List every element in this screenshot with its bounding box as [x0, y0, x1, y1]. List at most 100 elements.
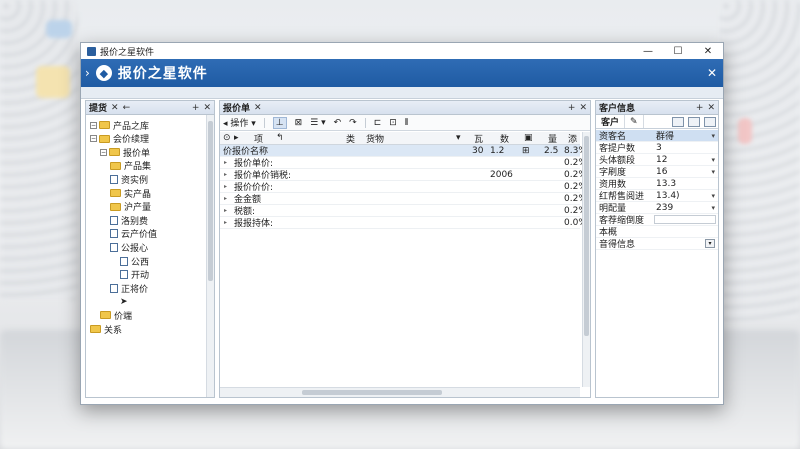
pane-close-icon[interactable]: ✕: [203, 103, 211, 113]
property-row[interactable]: 音得信息 ▾: [596, 238, 718, 250]
scrollbar-thumb[interactable]: [584, 136, 589, 336]
folder-icon: [110, 161, 121, 170]
tree-item[interactable]: 关系: [90, 323, 122, 336]
chevron-down-icon[interactable]: ▾: [711, 204, 715, 212]
tree-item[interactable]: 公报心: [110, 241, 148, 254]
table-cell-name: 报报持体:: [234, 219, 274, 229]
grid-header-row: ⊙ ▸ 项 ↰ 类货物 ▾ 瓦 数 ▣ 量添: [220, 132, 580, 145]
tree-item[interactable]: 实产晶: [110, 187, 151, 200]
navigator-tree: − 产品之库 − 会价续理 − 报价单 产品集 资实例 实产晶 沪产量 洛别费云产价值 公报心 公西 开动…: [86, 115, 214, 336]
tree-item[interactable]: 公西: [120, 255, 149, 268]
folder-icon: [100, 311, 111, 320]
tree-item[interactable]: 产品集: [110, 160, 151, 172]
table-row[interactable]: 价报价名称 30 1.2 ⊞ 2.5 8.3%: [220, 145, 587, 157]
tree-item[interactable]: 资实例: [110, 173, 148, 186]
row-expander-icon[interactable]: ▸: [224, 183, 227, 190]
toolbar-button[interactable]: ⫴: [405, 118, 409, 128]
column-header[interactable]: ↰: [276, 133, 284, 143]
view-grid-icon[interactable]: [672, 116, 684, 127]
minimize-button[interactable]: —: [633, 43, 663, 59]
add-icon[interactable]: +: [696, 103, 704, 113]
settings-icon[interactable]: [704, 116, 716, 127]
row-expander-icon[interactable]: ▸: [224, 219, 227, 226]
column-header[interactable]: 项: [254, 132, 263, 145]
back-arrow-icon[interactable]: ←: [123, 103, 131, 113]
row-expander-icon[interactable]: ▸: [224, 171, 227, 178]
column-header[interactable]: 数: [500, 132, 509, 145]
folder-icon: [109, 148, 120, 157]
property-value[interactable]: 12: [656, 155, 667, 165]
pane-pin-icon[interactable]: ✕: [254, 103, 262, 113]
toolbar-button[interactable]: ↶: [334, 118, 342, 128]
property-value[interactable]: 13.4): [656, 191, 680, 201]
tree-expander-icon[interactable]: −: [90, 135, 97, 143]
add-icon[interactable]: +: [192, 103, 200, 113]
tree-item[interactable]: 价端: [100, 309, 132, 322]
property-value[interactable]: 239: [656, 203, 673, 213]
property-value[interactable]: 16: [656, 167, 667, 177]
row-expander-icon[interactable]: ▸: [224, 207, 227, 214]
column-header[interactable]: 类: [346, 132, 355, 145]
scrollbar-thumb[interactable]: [302, 390, 442, 395]
tab-customer[interactable]: 客户: [596, 115, 626, 128]
pane-close-icon[interactable]: ✕: [707, 103, 715, 113]
tree-item[interactable]: − 报价单: [100, 146, 150, 159]
tree-expander-icon[interactable]: −: [100, 148, 107, 156]
scrollbar-thumb[interactable]: [208, 121, 213, 281]
column-header[interactable]: 添: [568, 132, 577, 145]
toolbar-button[interactable]: ☰ ▾: [310, 118, 325, 128]
chevron-down-icon[interactable]: ▾: [711, 192, 715, 200]
pane-close-icon[interactable]: ✕: [579, 103, 587, 113]
column-header[interactable]: 瓦: [474, 132, 483, 145]
tree-item[interactable]: ➤: [120, 296, 128, 308]
table-row[interactable]: 税额: 0.2% ▸: [220, 205, 587, 217]
background-sticky-note: [738, 118, 752, 144]
expand-description-button[interactable]: ▾: [705, 239, 715, 248]
tree-item[interactable]: − 产品之库: [90, 119, 149, 132]
toolbar-button[interactable]: ⊡: [389, 118, 397, 128]
close-button[interactable]: ✕: [693, 43, 723, 59]
table-row[interactable]: 报价单价销税: 2006 0.2% ▸: [220, 169, 587, 181]
horizontal-scrollbar[interactable]: [220, 387, 580, 397]
tree-expander-icon[interactable]: −: [90, 121, 97, 129]
tree-item[interactable]: 云产价值: [110, 228, 157, 240]
column-header[interactable]: ▸: [234, 133, 239, 143]
table-row[interactable]: 报报持体: 0.0% ▸: [220, 217, 587, 229]
row-expander-icon[interactable]: ▸: [224, 195, 227, 202]
tree-item[interactable]: 洛别费: [110, 214, 148, 227]
column-header[interactable]: 量: [548, 132, 557, 145]
maximize-button[interactable]: ☐: [663, 43, 693, 59]
property-value[interactable]: 群得: [656, 129, 674, 142]
tree-item[interactable]: − 会价续理: [90, 133, 149, 145]
tree-item[interactable]: 开动: [120, 269, 149, 281]
table-row[interactable]: 报价价价: 0.2% ▸: [220, 181, 587, 193]
toolbar-button[interactable]: ⊠: [295, 118, 303, 128]
property-value[interactable]: 3: [656, 143, 662, 153]
header-close-icon[interactable]: ✕: [707, 59, 717, 87]
toolbar-button[interactable]: ⊏: [374, 118, 382, 128]
toolbar-button[interactable]: ⊥: [272, 116, 287, 129]
pane-pin-icon[interactable]: ✕: [111, 103, 119, 113]
property-value[interactable]: 13.3: [656, 179, 676, 189]
chevron-right-icon[interactable]: ›: [85, 66, 90, 80]
chevron-down-icon[interactable]: ▾: [711, 132, 715, 140]
row-expander-icon[interactable]: ▸: [224, 159, 227, 166]
table-row[interactable]: 金金额 0.2% ▸: [220, 193, 587, 205]
tree-item[interactable]: 正将价: [110, 282, 148, 295]
toolbar-button[interactable]: ↷: [349, 118, 357, 128]
tab-edit[interactable]: ✎: [625, 115, 644, 128]
column-header[interactable]: ⊙: [223, 133, 231, 143]
add-icon[interactable]: +: [568, 103, 576, 113]
vertical-scrollbar[interactable]: [582, 132, 590, 387]
toolbar-button[interactable]: ◂ 操作 ▾: [223, 116, 256, 129]
column-header[interactable]: ▣: [524, 133, 533, 143]
tree-item-label: 云产价值: [121, 230, 158, 241]
copy-icon[interactable]: [688, 116, 700, 127]
chevron-down-icon[interactable]: ▾: [711, 168, 715, 176]
chevron-down-icon[interactable]: ▾: [711, 156, 715, 164]
column-header[interactable]: ▾: [456, 133, 461, 143]
vertical-scrollbar[interactable]: [206, 115, 214, 397]
tree-item[interactable]: 沪产量: [110, 201, 151, 213]
column-header[interactable]: 货物: [366, 132, 384, 145]
property-input[interactable]: [654, 215, 716, 224]
